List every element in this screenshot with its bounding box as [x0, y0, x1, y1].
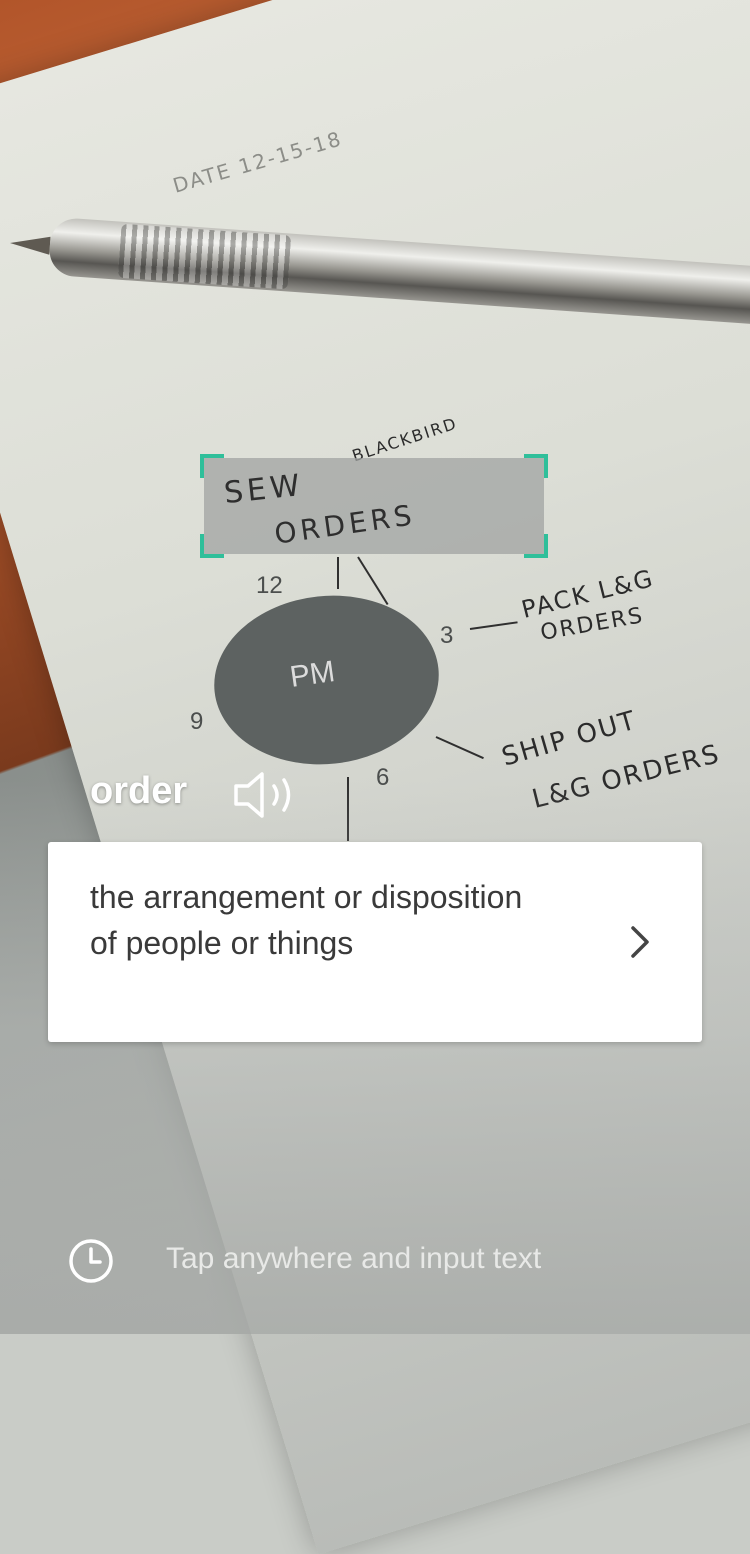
- clock-number-3: 3: [440, 622, 454, 649]
- arrow-line: [337, 557, 339, 589]
- clock-center-label: PM: [287, 655, 338, 694]
- captured-text-line-1: SEW: [222, 467, 306, 512]
- chevron-right-icon: [631, 926, 649, 958]
- definition-card[interactable]: the arrangement or disposition of people…: [48, 842, 702, 1042]
- camera-view[interactable]: DATE 12-15-18 BLACKBIRD PM 12 3 6 9 PACK…: [0, 0, 750, 1554]
- clock-number-12: 12: [256, 572, 283, 599]
- pen-tip: [9, 234, 51, 255]
- definition-text: the arrangement or disposition of people…: [90, 879, 523, 961]
- pronounce-button[interactable]: [232, 768, 298, 822]
- frame-corner-bottom-right: [524, 534, 548, 558]
- clock-history-icon: [69, 1239, 113, 1283]
- text-input-hint[interactable]: Tap anywhere and input text: [166, 1242, 541, 1276]
- frame-corner-top-left: [200, 454, 224, 478]
- recognized-word: order: [90, 770, 188, 812]
- history-button[interactable]: [66, 1236, 116, 1286]
- speaker-icon: [234, 772, 291, 818]
- clock-number-9: 9: [190, 708, 204, 735]
- captured-text-line-2: ORDERS: [272, 498, 418, 551]
- scan-selection-frame[interactable]: SEW ORDERS: [200, 454, 548, 558]
- frame-corner-bottom-left: [200, 534, 224, 558]
- frame-corner-top-right: [524, 454, 548, 478]
